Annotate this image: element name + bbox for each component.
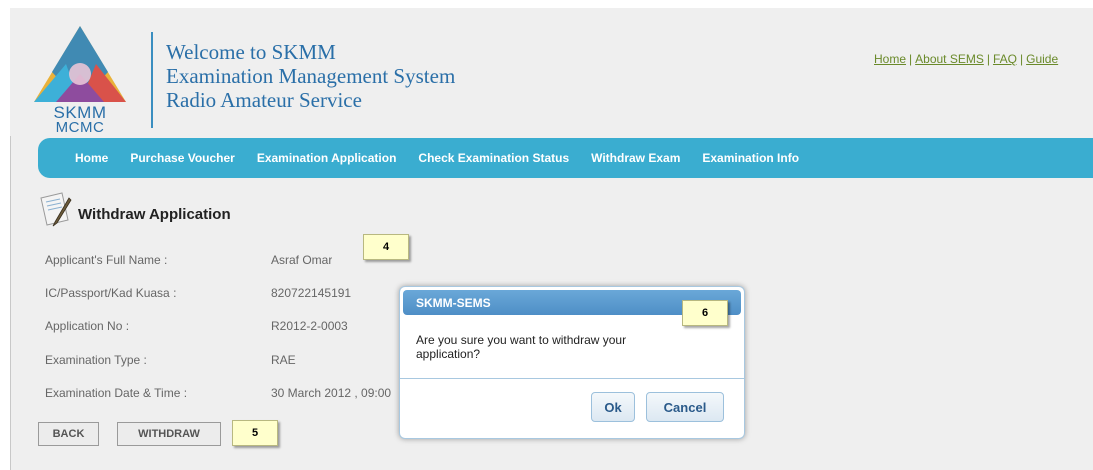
dialog-divider [400, 378, 744, 379]
withdraw-button[interactable]: WITHDRAW [117, 422, 221, 446]
label-application-no: Application No : [45, 319, 130, 333]
site-title: Welcome to SKMM Examination Management S… [166, 40, 455, 112]
site-title-line-2: Examination Management System [166, 64, 456, 88]
callout-5: 5 [232, 420, 278, 446]
site-title-line-3: Radio Amateur Service [166, 88, 362, 112]
top-link-faq[interactable]: FAQ [993, 52, 1017, 66]
back-button[interactable]: BACK [38, 422, 99, 446]
top-link-about[interactable]: About SEMS [915, 52, 984, 66]
top-link-home[interactable]: Home [874, 52, 906, 66]
nav-examination-info[interactable]: Examination Info [702, 151, 799, 165]
logo-divider [151, 32, 153, 128]
dialog-message: Are you sure you want to withdraw your a… [416, 333, 627, 361]
value-application-no: R2012-2-0003 [271, 319, 348, 333]
nav-examination-application[interactable]: Examination Application [257, 151, 397, 165]
label-full-name: Applicant's Full Name : [45, 253, 168, 267]
nav-withdraw-exam[interactable]: Withdraw Exam [591, 151, 680, 165]
value-exam-date: 30 March 2012 , 09:00 [271, 386, 392, 400]
value-exam-type: RAE [271, 353, 296, 367]
main-nav: Home Purchase Voucher Examination Applic… [38, 138, 1093, 178]
link-separator: | [909, 52, 913, 66]
nav-purchase-voucher[interactable]: Purchase Voucher [130, 151, 234, 165]
site-title-line-1: Welcome to SKMM [166, 40, 336, 64]
callout-4: 4 [363, 234, 409, 260]
cancel-button[interactable]: Cancel [646, 392, 724, 422]
label-exam-date: Examination Date & Time : [45, 386, 188, 400]
top-links: Home | About SEMS | FAQ | Guide [874, 52, 1058, 66]
document-pen-icon [40, 192, 72, 227]
nav-home[interactable]: Home [75, 151, 108, 165]
section-title: Withdraw Application [78, 206, 231, 223]
value-full-name: Asraf Omar [271, 253, 333, 267]
link-separator: | [986, 52, 990, 66]
link-separator: | [1019, 52, 1024, 66]
label-ic-passport: IC/Passport/Kad Kuasa : [45, 286, 177, 300]
callout-6: 6 [682, 300, 728, 326]
nav-check-status[interactable]: Check Examination Status [418, 151, 569, 165]
ok-button[interactable]: Ok [591, 392, 635, 422]
label-exam-type: Examination Type : [45, 353, 147, 367]
top-link-guide[interactable]: Guide [1026, 52, 1058, 66]
value-ic-passport: 820722145191 [271, 286, 352, 300]
logo-text-mcmc: MCMC [56, 119, 105, 132]
skmm-logo: SKMM MCMC [34, 26, 126, 132]
